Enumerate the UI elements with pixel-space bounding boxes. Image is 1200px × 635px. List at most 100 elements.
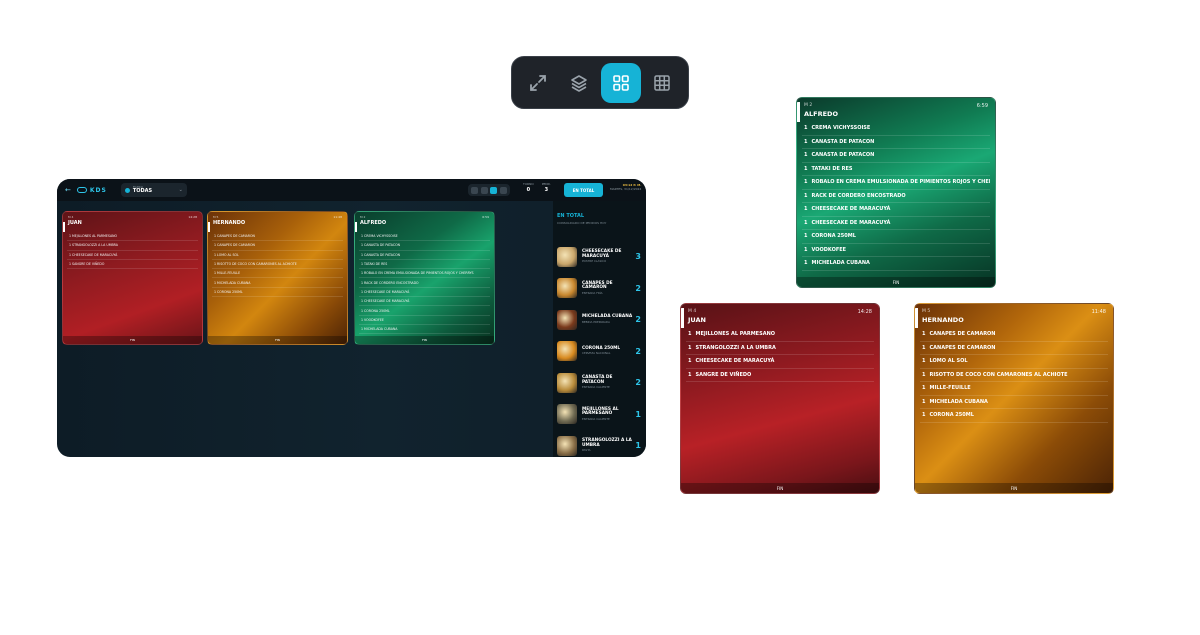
- order-ticket-alfredo[interactable]: M 2 6:59 ALFREDO 1 CREMA VICHYSSOISE 1 CANASTA…: [796, 97, 996, 288]
- grid-2x2-icon: [612, 74, 629, 91]
- summary-item[interactable]: CANAPES DE CAMARON ENTRADA FRÍA 2: [557, 275, 641, 302]
- ticket-item[interactable]: 1 MILLE-FEUILLE: [212, 269, 343, 279]
- ticket-item[interactable]: 1 CANAPES DE CAMARON: [920, 328, 1108, 342]
- item-name: CHEESECAKE DE MARACUYÁ: [695, 358, 775, 365]
- ticket-item[interactable]: 1 ROBALO EN CREMA EMULSIONADA DE PIMIENTO…: [802, 176, 990, 190]
- ticket-item[interactable]: 1 MICHELADA CUBANA: [359, 325, 490, 335]
- ticket-header: M 2 6:59 ALFREDO: [355, 212, 494, 229]
- grid-2x2-view-button[interactable]: [601, 62, 641, 103]
- stat-turno: TURNO 0: [523, 182, 534, 193]
- item-name: CREMA VICHYSSOISE: [811, 125, 871, 132]
- ticket-item[interactable]: 1 MICHELADA CUBANA: [802, 257, 990, 271]
- ticket-item[interactable]: 1 CREMA VICHYSSOISE: [359, 232, 490, 242]
- ticket-item[interactable]: 1 CANASTA DE PATACON: [359, 241, 490, 251]
- ticket-finish-button[interactable]: FIN: [63, 336, 202, 344]
- item-quantity: 1: [804, 219, 808, 226]
- ticket-items: 1 MEJILLONES AL PARMESANO 1 STRANGOLOZZI A …: [681, 326, 879, 384]
- ticket-item[interactable]: 1 STRANGOLOZZI A LA UMBRA: [67, 241, 198, 251]
- ticket-item[interactable]: 1 ROBALO EN CREMA EMULSIONADA DE PIMIENT…: [359, 269, 490, 279]
- ticket-item[interactable]: 1 RACK DE CORDERO ENCOSTRADO: [802, 190, 990, 203]
- summary-item[interactable]: MICHELADA CUBANA BEBIDA PREPARADA 2: [557, 306, 641, 333]
- order-ticket[interactable]: M 5 11:48 HERNANDO 1 CANAPES DE CAMARON 1 CA…: [207, 211, 348, 345]
- item-name: MICHELADA CUBANA: [929, 398, 988, 405]
- summary-item[interactable]: MEJILLONES AL PARMESANO ENTRADA CALIENTE 1: [557, 401, 641, 428]
- ticket-item[interactable]: 1 CREMA VICHYSSOISE: [802, 122, 990, 136]
- ticket-item[interactable]: 1 VOODKOFEE: [802, 244, 990, 257]
- summary-item-text: STRANGOLOZZI A LA UMBRA PASTA: [582, 438, 634, 453]
- ticket-time: 11:48: [333, 215, 342, 219]
- ticket-finish-button[interactable]: FIN: [915, 483, 1113, 493]
- back-arrow-icon[interactable]: ←: [65, 186, 71, 194]
- ticket-item[interactable]: 1 RACK DE CORDERO ENCOSTRADO: [359, 278, 490, 288]
- ticket-item[interactable]: 1 CANAPES DE CAMARON: [920, 342, 1108, 355]
- ticket-item[interactable]: 1 CORONA 250ML: [212, 288, 343, 298]
- mini-table-icon[interactable]: [499, 186, 507, 194]
- summary-item-category: PASTA: [582, 448, 591, 453]
- item-name: CANASTA DE PATACON: [811, 152, 875, 159]
- ticket-finish-button[interactable]: FIN: [797, 277, 995, 287]
- summary-item[interactable]: CORONA 250ML CERVEZA NACIONAL 2: [557, 338, 641, 365]
- en-total-button[interactable]: EN TOTAL: [564, 183, 603, 197]
- ticket-item[interactable]: 1 CORONA 250ML: [359, 306, 490, 316]
- ticket-item[interactable]: 1 LOMO AL SOL: [920, 355, 1108, 369]
- summary-item-qty: 2: [635, 283, 641, 293]
- ticket-item[interactable]: 1 CHEESECAKE DE MARACUYÁ: [686, 355, 874, 369]
- filter-dropdown[interactable]: FILTRO TODAS ⌄: [120, 183, 187, 197]
- ticket-item[interactable]: 1 CORONA 250ML: [920, 409, 1108, 423]
- ticket-item[interactable]: 1 CORONA 250ML: [802, 230, 990, 244]
- expand-view-button[interactable]: [518, 63, 558, 103]
- grid-3x3-view-button[interactable]: [643, 63, 683, 103]
- ticket-table: M 2: [360, 215, 366, 219]
- ticket-item[interactable]: 1 MEJILLONES AL PARMESANO: [686, 328, 874, 342]
- ticket-item[interactable]: 1 MILLE-FEUILLE: [920, 382, 1108, 396]
- ticket-table: M 4: [688, 309, 697, 314]
- ticket-item[interactable]: 1 CHEESECAKE DE MARACUYÁ: [67, 251, 198, 260]
- item-name: MICHELADA CUBANA: [811, 260, 870, 267]
- item-quantity: 1: [804, 138, 808, 145]
- ticket-item[interactable]: 1 CANAPES DE CAMARON: [212, 241, 343, 251]
- ticket-finish-button[interactable]: FIN: [208, 336, 347, 344]
- ticket-item[interactable]: 1 TATAKI DE RES: [359, 260, 490, 270]
- ticket-item[interactable]: 1 CANASTA DE PATACON: [802, 149, 990, 163]
- layers-icon: [571, 74, 588, 92]
- ticket-item[interactable]: 1 MICHELADA CUBANA: [212, 278, 343, 288]
- ticket-item[interactable]: 1 STRANGOLOZZI A LA UMBRA: [686, 342, 874, 355]
- ticket-item[interactable]: 1 SANGRE DE VIÑEDO: [67, 260, 198, 270]
- ticket-item[interactable]: 1 CHEESECAKE DE MARACUYÁ: [802, 217, 990, 230]
- summary-item-name: CHEESECAKE DE MARACUYÁ: [582, 249, 622, 259]
- ticket-item[interactable]: 1 CHEESECAKE DE MARACUYÁ: [359, 288, 490, 298]
- summary-item[interactable]: CHEESECAKE DE MARACUYÁ POSTRE CLÁSICO 3: [557, 243, 641, 270]
- ticket-waiter-name: JUAN: [688, 316, 706, 324]
- ticket-item[interactable]: 1 CANASTA DE PATACON: [359, 251, 490, 260]
- ticket-item[interactable]: 1 CANAPES DE CAMARON: [212, 232, 343, 242]
- ticket-item[interactable]: 1 LOMO AL SOL: [212, 251, 343, 260]
- summary-item-category: BEBIDA PREPARADA: [582, 319, 610, 324]
- ticket-finish-button[interactable]: FIN: [355, 336, 494, 344]
- ticket-item[interactable]: 1 SANGRE DE VIÑEDO: [686, 369, 874, 382]
- ticket-item[interactable]: 1 TATAKI DE RES: [802, 163, 990, 176]
- layers-view-button[interactable]: [560, 63, 600, 103]
- summary-item-name: MEJILLONES AL PARMESANO: [582, 406, 619, 417]
- order-ticket-hernando[interactable]: M 5 11:48 HERNANDO 1 CANAPES DE CAMARON 1 CANA…: [914, 303, 1114, 494]
- ticket-header: M 4 14:28 JUAN: [681, 304, 879, 326]
- ticket-item[interactable]: 1 VOODKOFEE: [359, 316, 490, 325]
- order-ticket-juan[interactable]: M 4 14:28 JUAN 1 MEJILLONES AL PARMESANO 1 STR…: [680, 303, 880, 494]
- mini-layers-icon[interactable]: [480, 186, 488, 194]
- mini-grid-icon[interactable]: [490, 186, 498, 194]
- summary-item-qty: 1: [635, 441, 641, 450]
- order-ticket[interactable]: M 2 6:59 ALFREDO 1 CREMA VICHYSSOISE 1 CANAS…: [354, 211, 495, 345]
- ticket-item[interactable]: 1 RISOTTO DE COCO CON CAMARONES AL ACHIOT…: [920, 369, 1108, 382]
- filter-dot-icon: [124, 187, 130, 193]
- mini-expand-icon[interactable]: [471, 186, 479, 194]
- summary-item[interactable]: STRANGOLOZZI A LA UMBRA PASTA 1: [557, 432, 641, 457]
- item-name: ROBALO EN CREMA EMULSIONADA DE PIMIENTOS…: [811, 179, 990, 186]
- ticket-item[interactable]: 1 CHEESECAKE DE MARACUYÁ: [359, 297, 490, 307]
- ticket-item[interactable]: 1 MICHELADA CUBANA: [920, 396, 1108, 409]
- ticket-item[interactable]: 1 CHEESECAKE DE MARACUYÁ: [802, 203, 990, 217]
- summary-item[interactable]: CANASTA DE PATACON ENTRADA CALIENTE 2: [557, 369, 641, 396]
- ticket-item[interactable]: 1 MEJILLONES AL PARMESANO: [67, 232, 198, 242]
- ticket-item[interactable]: 1 CANASTA DE PATACON: [802, 136, 990, 149]
- order-ticket[interactable]: M 4 14:28 JUAN 1 MEJILLONES AL PARMESANO 1 S…: [62, 211, 203, 345]
- ticket-finish-button[interactable]: FIN: [681, 483, 879, 493]
- ticket-item[interactable]: 1 RISOTTO DE COCO CON CAMARONES AL ACHIO…: [212, 260, 343, 270]
